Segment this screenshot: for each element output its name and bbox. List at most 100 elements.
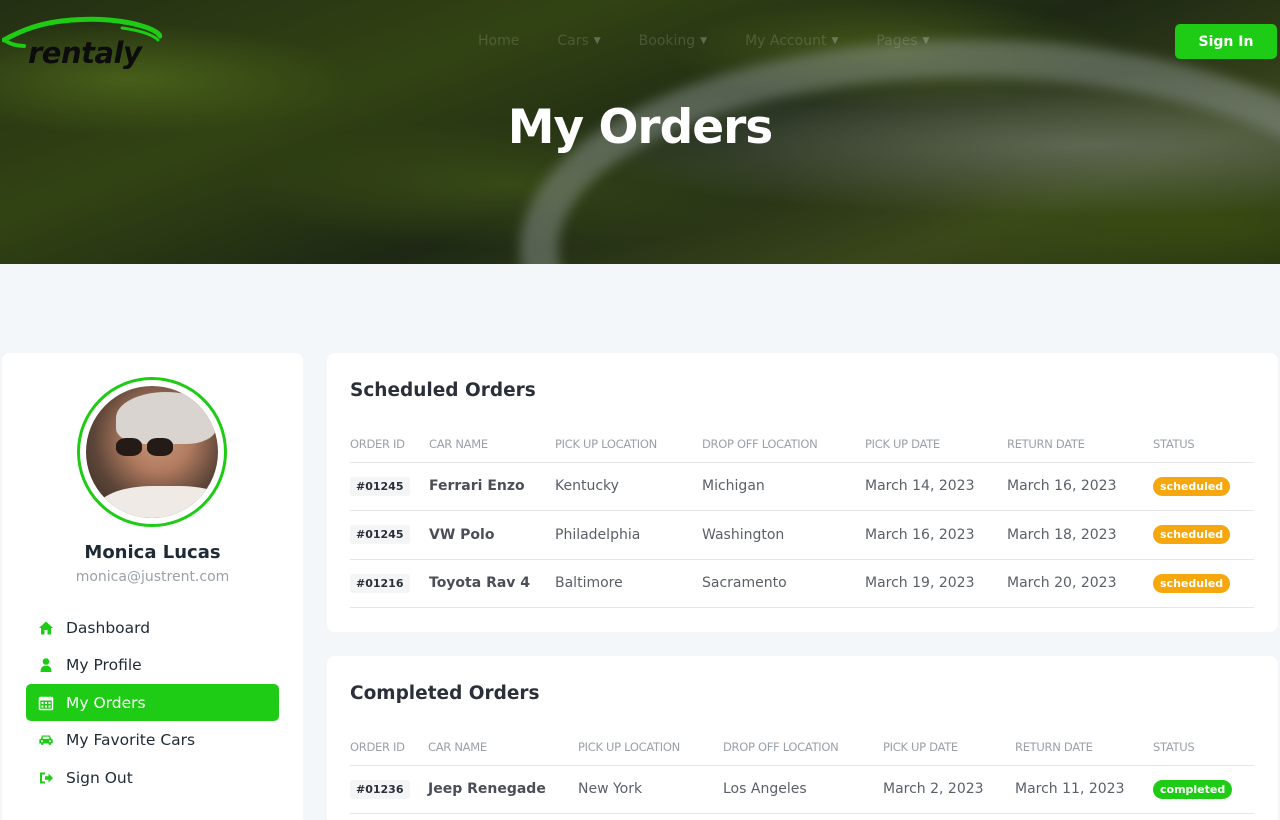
chevron-down-icon: ▼ xyxy=(593,36,601,46)
status-cell: completed xyxy=(1153,765,1254,814)
sidebar-item-my-favorite-cars[interactable]: My Favorite Cars xyxy=(26,722,279,759)
car-cell: Toyota Rav 4 xyxy=(429,559,555,608)
pickup-date-cell: March 16, 2023 xyxy=(865,510,1007,560)
pickup-date-cell: March 14, 2023 xyxy=(865,462,1007,511)
status-badge: scheduled xyxy=(1153,525,1231,545)
dropoff-cell: Sacramento xyxy=(702,559,865,608)
pickup-date-cell: March 2, 2023 xyxy=(883,765,1015,814)
status-badge: completed xyxy=(1153,779,1233,799)
nav-item-label: Cars xyxy=(557,33,589,49)
return-date-cell: March 20, 2023 xyxy=(1007,559,1153,608)
order-id-cell: #01245 xyxy=(350,462,429,511)
chevron-down-icon: ▼ xyxy=(922,36,930,46)
pickup-cell: Baltimore xyxy=(555,559,702,608)
completed-orders-card: Completed Orders ORDER ID CAR NAME PICK UP… xyxy=(327,656,1278,820)
column-header: CAR NAME xyxy=(428,730,578,766)
nav-item-label: Pages xyxy=(876,33,918,49)
calendar-icon xyxy=(38,695,54,711)
nav-item-label: Home xyxy=(478,33,520,49)
column-header: RETURN DATE xyxy=(1007,427,1153,463)
sidebar-item-my-profile[interactable]: My Profile xyxy=(26,647,279,684)
pickup-cell: Philadelphia xyxy=(555,510,702,560)
logo-wordmark: rentaly xyxy=(28,36,142,70)
pickup-date-cell: March 19, 2023 xyxy=(865,559,1007,608)
column-header: PICK UP LOCATION xyxy=(555,427,702,463)
sidebar-item-label: Dashboard xyxy=(66,618,151,637)
table-row[interactable]: #01216 Toyota Rav 4 Baltimore Sacramento Mar… xyxy=(350,559,1254,608)
status-cell: scheduled xyxy=(1153,510,1254,560)
logo[interactable]: rentaly xyxy=(2,14,162,72)
column-header: ORDER ID xyxy=(350,427,429,463)
sidebar-item-dashboard[interactable]: Dashboard xyxy=(26,609,279,646)
nav-item-booking[interactable]: Booking ▼ xyxy=(639,33,707,49)
user-name: Monica Lucas xyxy=(84,542,221,563)
pickup-cell: New York xyxy=(578,765,723,814)
sign-out-icon xyxy=(38,770,54,786)
status-badge: scheduled xyxy=(1153,573,1231,593)
chevron-down-icon: ▼ xyxy=(700,36,708,46)
sidebar-item-label: Sign Out xyxy=(66,768,133,787)
return-date-cell: March 18, 2023 xyxy=(1007,510,1153,560)
page-title: My Orders xyxy=(507,100,774,155)
car-cell: Jeep Renegade xyxy=(428,765,578,814)
avatar-frame xyxy=(77,377,227,527)
hero-banner: rentaly Home Cars ▼ Booking ▼ My Account ▼ Page… xyxy=(0,0,1280,264)
status-cell: scheduled xyxy=(1153,462,1254,511)
completed-orders-title: Completed Orders xyxy=(350,683,540,704)
scheduled-orders-card: Scheduled Orders ORDER ID CAR NAME PICK UP… xyxy=(327,353,1278,632)
sidebar-item-label: My Favorite Cars xyxy=(66,731,196,749)
order-id: #01216 xyxy=(350,573,410,593)
column-header: PICK UP DATE xyxy=(883,730,1015,766)
scheduled-orders-table: ORDER ID CAR NAME PICK UP LOCATION DROP OFF… xyxy=(350,427,1254,608)
nav-item-label: My Account xyxy=(745,33,827,49)
sidebar-menu: Dashboard My Profile My Orders My Favorite … xyxy=(26,609,279,797)
column-header: STATUS xyxy=(1153,730,1254,766)
home-icon xyxy=(38,620,54,636)
column-header: DROP OFF LOCATION xyxy=(723,730,883,766)
user-email: monica@justrent.com xyxy=(75,569,230,585)
sidebar-item-my-orders[interactable]: My Orders xyxy=(26,684,279,721)
nav-item-label: Booking xyxy=(638,33,696,49)
pickup-cell: Kentucky xyxy=(555,462,702,511)
chevron-down-icon: ▼ xyxy=(831,36,839,46)
user-icon xyxy=(38,657,54,673)
nav-item-pages[interactable]: Pages ▼ xyxy=(876,33,929,49)
return-date-cell: March 11, 2023 xyxy=(1015,765,1153,814)
nav-item-home[interactable]: Home xyxy=(478,33,519,49)
car-icon xyxy=(38,732,54,748)
status-badge: scheduled xyxy=(1153,476,1231,496)
order-id: #01236 xyxy=(350,779,410,799)
scheduled-orders-title: Scheduled Orders xyxy=(350,380,536,401)
order-id-cell: #01216 xyxy=(350,559,429,608)
table-row[interactable]: #01236 Jeep Renegade New York Los Angeles Ma… xyxy=(350,765,1254,814)
sidebar-item-label: My Orders xyxy=(66,693,146,712)
completed-orders-table: ORDER ID CAR NAME PICK UP LOCATION DROP OFF… xyxy=(350,730,1254,814)
avatar xyxy=(86,386,218,518)
column-header: CAR NAME xyxy=(429,427,555,463)
column-header: DROP OFF LOCATION xyxy=(702,427,865,463)
dropoff-cell: Washington xyxy=(702,510,865,560)
sidebar-item-label: My Profile xyxy=(66,656,142,674)
dropoff-cell: Michigan xyxy=(702,462,865,511)
car-cell: Ferrari Enzo xyxy=(429,462,555,511)
car-cell: VW Polo xyxy=(429,510,555,560)
table-row[interactable]: #01245 VW Polo Philadelphia Washington March… xyxy=(350,510,1254,560)
nav-item-cars[interactable]: Cars ▼ xyxy=(557,33,600,49)
account-sidebar: Monica Lucas monica@justrent.com Dashboa… xyxy=(2,353,303,820)
order-id-cell: #01236 xyxy=(350,765,428,814)
column-header: STATUS xyxy=(1153,427,1254,463)
order-id: #01245 xyxy=(350,476,410,496)
main-nav: Home Cars ▼ Booking ▼ My Account ▼ Pages ▼ xyxy=(478,33,967,49)
column-header: RETURN DATE xyxy=(1015,730,1153,766)
order-id: #01245 xyxy=(350,525,410,545)
status-cell: scheduled xyxy=(1153,559,1254,608)
sign-in-button[interactable]: Sign In xyxy=(1175,24,1277,59)
return-date-cell: March 16, 2023 xyxy=(1007,462,1153,511)
column-header: PICK UP LOCATION xyxy=(578,730,723,766)
column-header: ORDER ID xyxy=(350,730,428,766)
sidebar-item-sign-out[interactable]: Sign Out xyxy=(26,759,279,796)
nav-item-my-account[interactable]: My Account ▼ xyxy=(745,33,838,49)
table-row[interactable]: #01245 Ferrari Enzo Kentucky Michigan March … xyxy=(350,462,1254,511)
dropoff-cell: Los Angeles xyxy=(723,765,883,814)
column-header: PICK UP DATE xyxy=(865,427,1007,463)
